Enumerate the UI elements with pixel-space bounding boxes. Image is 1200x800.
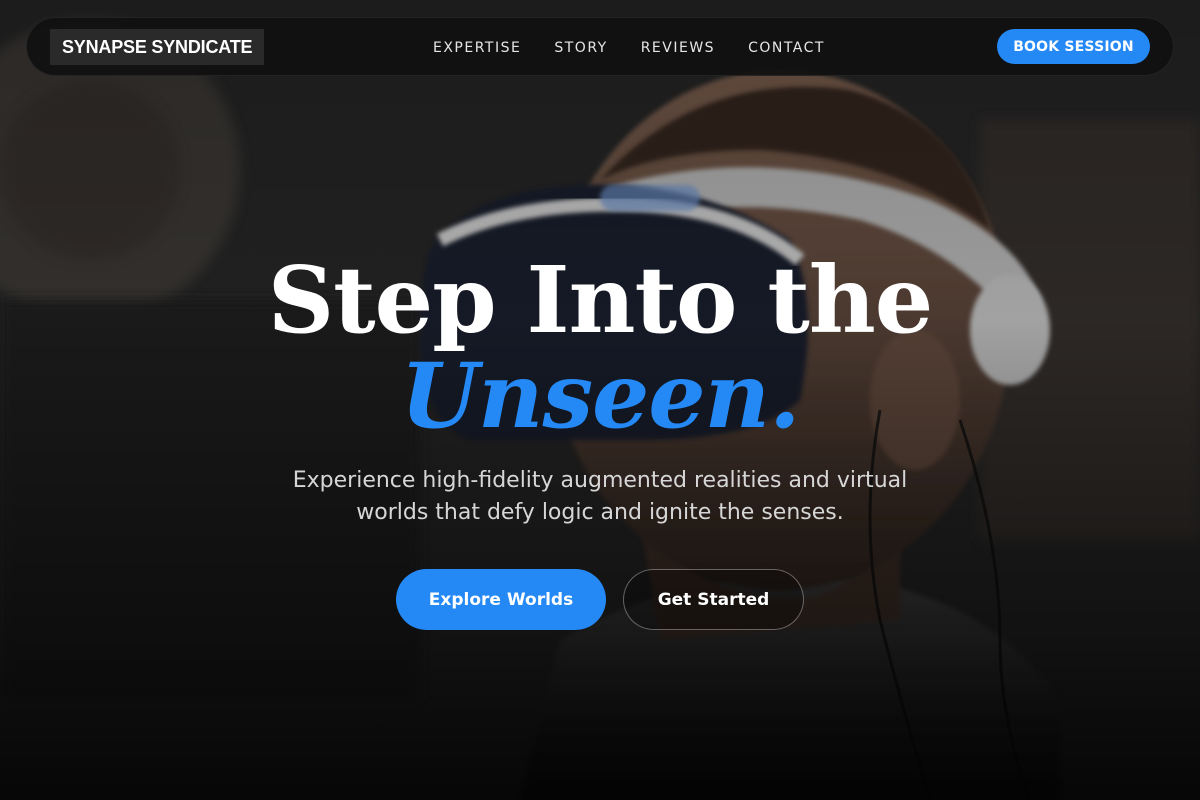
hero-headline: Step Into the Unseen. [0,250,1200,442]
nav-links: EXPERTISE STORY REVIEWS CONTACT [433,18,825,77]
nav-link-contact[interactable]: CONTACT [748,40,825,56]
hero-section: SYNAPSE SYNDICATE EXPERTISE STORY REVIEW… [0,0,1200,800]
hero-cta-row: Explore Worlds Get Started [0,569,1200,630]
nav-link-expertise[interactable]: EXPERTISE [433,40,521,56]
book-session-button[interactable]: BOOK SESSION [997,29,1150,64]
explore-worlds-button[interactable]: Explore Worlds [396,569,606,630]
top-navbar: SYNAPSE SYNDICATE EXPERTISE STORY REVIEW… [26,17,1174,76]
headline-line-1: Step Into the [267,246,934,354]
nav-link-reviews[interactable]: REVIEWS [641,40,715,56]
brand-logo[interactable]: SYNAPSE SYNDICATE [50,29,265,65]
get-started-button[interactable]: Get Started [623,569,804,630]
nav-link-story[interactable]: STORY [554,40,607,56]
headline-line-2: Unseen. [400,343,801,449]
hero-subtitle: Experience high-fidelity augmented reali… [292,468,908,525]
